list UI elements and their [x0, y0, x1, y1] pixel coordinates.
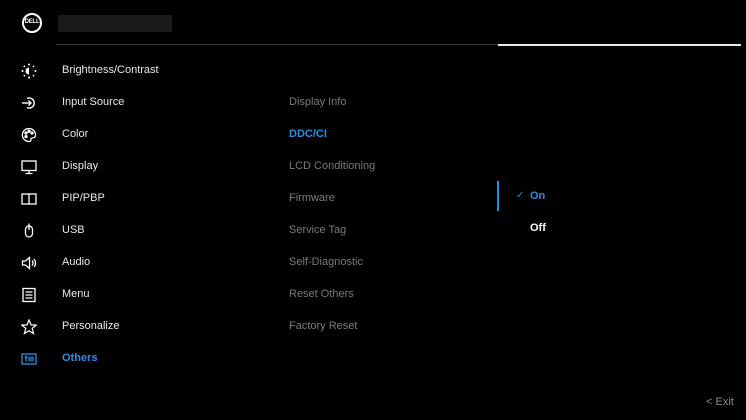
menu-item-audio[interactable]: Audio	[0, 247, 280, 279]
pip-pbp-icon	[21, 191, 37, 207]
menu-item-label: Color	[62, 128, 89, 140]
brightness-icon	[21, 63, 37, 79]
submenu-item-firmware[interactable]: Firmware	[289, 192, 335, 204]
menu-icon	[21, 287, 37, 303]
exit-button[interactable]: < Exit	[706, 396, 734, 408]
selection-indicator	[497, 181, 499, 211]
checkmark-icon: ✓	[516, 190, 525, 201]
menu-item-menu[interactable]: Menu	[0, 279, 280, 311]
menu-item-label: Others	[62, 352, 98, 364]
menu-item-label: Display	[62, 160, 99, 172]
submenu-item-factory-reset[interactable]: Factory Reset	[289, 320, 357, 332]
option-off[interactable]: Off	[530, 222, 546, 234]
menu-item-label: Audio	[62, 256, 91, 268]
menu-item-label: Menu	[62, 288, 90, 300]
others-icon	[21, 351, 37, 367]
submenu-item-display-info[interactable]: Display Info	[289, 96, 346, 108]
submenu-item-reset-others[interactable]: Reset Others	[289, 288, 354, 300]
header-divider-highlight	[498, 44, 741, 46]
submenu-item-service-tag[interactable]: Service Tag	[289, 224, 346, 236]
star-icon	[21, 319, 37, 335]
menu-item-color[interactable]: Color	[0, 119, 280, 151]
osd-menu: DELL Brightness/Contrast Input Source Co…	[0, 0, 746, 420]
submenu-item-self-diagnostic[interactable]: Self-Diagnostic	[289, 256, 363, 268]
menu-item-input-source[interactable]: Input Source	[0, 87, 280, 119]
menu-item-label: Personalize	[62, 320, 120, 332]
submenu-item-ddc-ci[interactable]: DDC/CI	[289, 128, 327, 140]
menu-item-display[interactable]: Display	[0, 151, 280, 183]
menu-item-label: Input Source	[62, 96, 125, 108]
menu-item-pip-pbp[interactable]: PIP/PBP	[0, 183, 280, 215]
display-icon	[21, 159, 37, 175]
input-source-icon	[21, 95, 37, 111]
dell-logo: DELL	[22, 13, 42, 33]
color-palette-icon	[21, 127, 37, 143]
audio-icon	[21, 255, 37, 271]
menu-item-brightness-contrast[interactable]: Brightness/Contrast	[0, 55, 280, 87]
usb-icon	[21, 223, 37, 239]
option-on[interactable]: On	[530, 190, 545, 202]
menu-item-personalize[interactable]: Personalize	[0, 311, 280, 343]
model-name-bar	[58, 15, 172, 32]
menu-item-others[interactable]: Others	[0, 343, 280, 375]
menu-item-label: PIP/PBP	[62, 192, 105, 204]
menu-item-label: Brightness/Contrast	[62, 64, 159, 76]
menu-item-usb[interactable]: USB	[0, 215, 280, 247]
submenu-item-lcd-conditioning[interactable]: LCD Conditioning	[289, 160, 375, 172]
header-divider	[56, 44, 500, 45]
menu-item-label: USB	[62, 224, 85, 236]
